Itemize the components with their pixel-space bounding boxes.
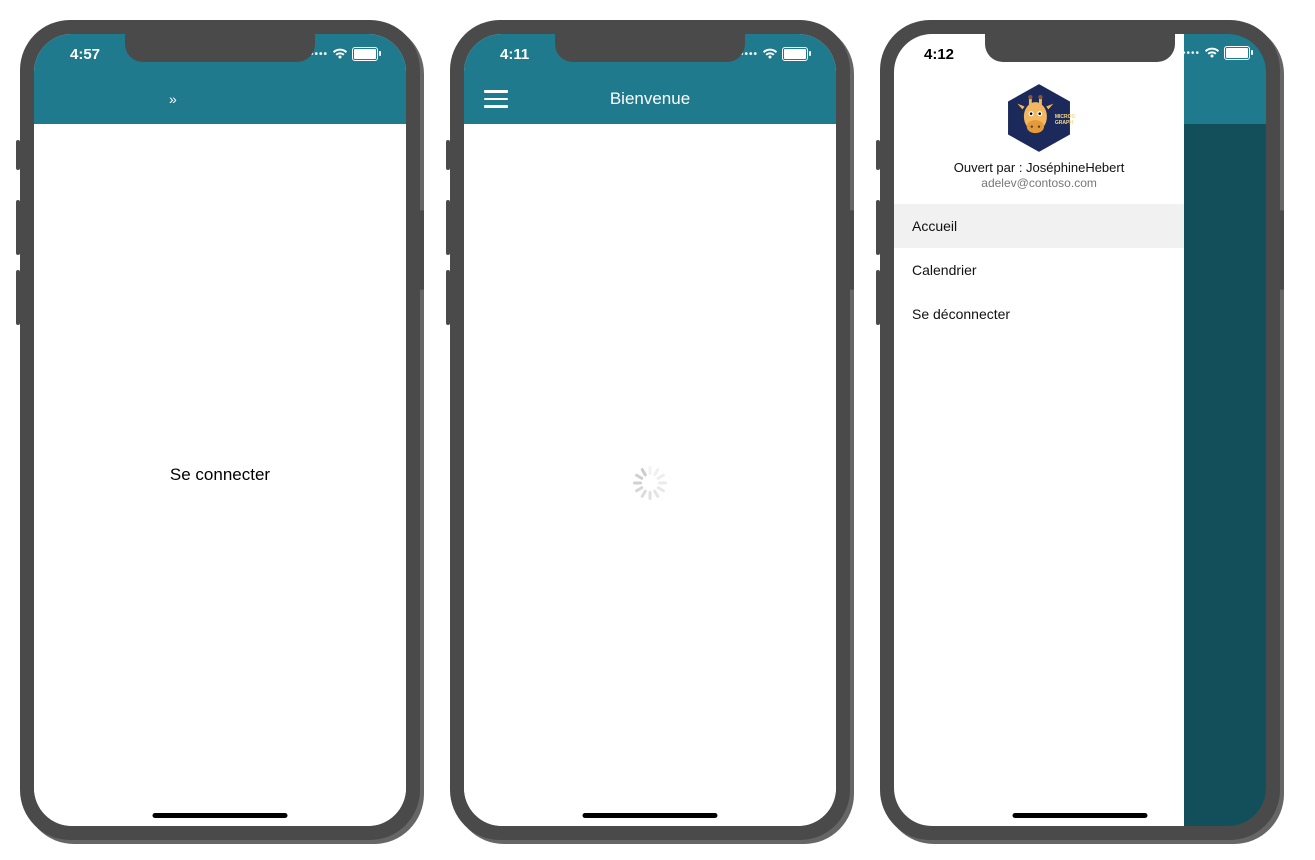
svg-text:GRAPH: GRAPH xyxy=(1055,120,1074,126)
user-display-name: Ouvert par : JoséphineHebert xyxy=(954,160,1125,175)
home-indicator[interactable] xyxy=(1013,813,1148,818)
menu-item-signout[interactable]: Se déconnecter xyxy=(894,292,1184,336)
battery-icon xyxy=(352,47,378,61)
nav-bar-underlay: •••• xyxy=(1184,34,1266,124)
navigation-drawer: 4:12 MICROS xyxy=(894,34,1184,826)
side-button xyxy=(876,140,880,170)
avatar: MICROSOFT GRAPH xyxy=(1003,82,1075,154)
phone-frame-2: 4:11 •••• Bienvenue xyxy=(450,20,850,840)
signin-button[interactable]: Se connecter xyxy=(170,465,270,485)
phone-notch xyxy=(555,34,745,62)
wifi-icon xyxy=(762,48,778,60)
main-content: Se connecter xyxy=(34,124,406,826)
side-button xyxy=(446,140,450,170)
user-name: JoséphineHebert xyxy=(1026,160,1124,175)
menu-item-calendar[interactable]: Calendrier xyxy=(894,248,1184,292)
volume-down-button xyxy=(16,270,20,325)
power-button xyxy=(850,210,854,290)
status-time: 4:11 xyxy=(500,46,529,63)
volume-down-button xyxy=(446,270,450,325)
phone-notch xyxy=(985,34,1175,62)
wifi-icon xyxy=(332,48,348,60)
volume-up-button xyxy=(876,200,880,255)
battery-icon xyxy=(1224,46,1250,60)
cellular-icon: •••• xyxy=(1182,48,1200,59)
main-content xyxy=(464,124,836,826)
phone-frame-1: 4:57 •••• » Se connecter xyxy=(20,20,420,840)
power-button xyxy=(1280,210,1284,290)
home-indicator[interactable] xyxy=(583,813,718,818)
power-button xyxy=(420,210,424,290)
user-prefix: Ouvert par : xyxy=(954,160,1026,175)
menu-item-home[interactable]: Accueil xyxy=(894,204,1184,248)
volume-up-button xyxy=(16,200,20,255)
nav-bar: » xyxy=(34,74,406,124)
volume-up-button xyxy=(446,200,450,255)
home-indicator[interactable] xyxy=(153,813,288,818)
battery-icon xyxy=(782,47,808,61)
page-title: Bienvenue xyxy=(464,89,836,109)
nav-chevron-icon[interactable]: » xyxy=(169,91,177,107)
loading-spinner-icon xyxy=(633,458,667,492)
side-button xyxy=(16,140,20,170)
status-time: 4:12 xyxy=(924,46,954,63)
phone-notch xyxy=(125,34,315,62)
phone-frame-3: •••• 4:12 xyxy=(880,20,1280,840)
user-email: adelev@contoso.com xyxy=(981,176,1097,190)
drawer-header: MICROSOFT GRAPH Ouvert par : JoséphineHe… xyxy=(894,78,1184,204)
wifi-icon xyxy=(1204,47,1220,59)
nav-bar: Bienvenue xyxy=(464,74,836,124)
volume-down-button xyxy=(876,270,880,325)
status-time: 4:57 xyxy=(70,46,100,63)
